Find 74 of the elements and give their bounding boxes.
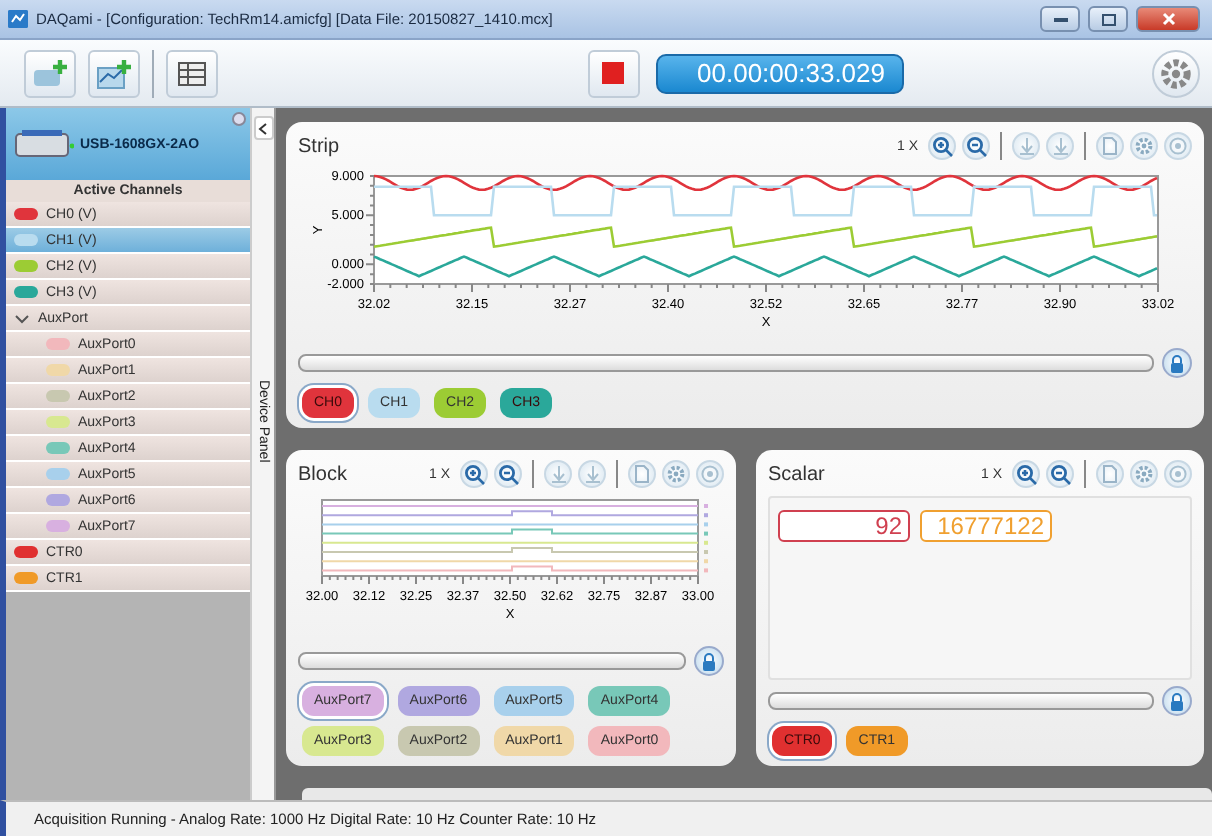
readout-field: 16777122 (920, 510, 1052, 543)
chart-plus-icon (96, 57, 132, 89)
zoom-out-button[interactable] (962, 132, 990, 160)
lock-button[interactable] (1162, 686, 1192, 717)
gear-icon (1160, 57, 1192, 89)
channel-marker (704, 559, 708, 564)
zoom-in-button[interactable] (460, 460, 488, 489)
horizontal-scrollbar[interactable] (302, 788, 1212, 800)
zoom-in-button[interactable] (928, 132, 956, 160)
readout-field: 92 (778, 510, 910, 543)
add-chart-button[interactable] (88, 49, 140, 97)
panel-title: Strip (298, 135, 342, 157)
close-icon (1161, 12, 1175, 26)
gear-icon (1134, 136, 1154, 156)
document-icon (1102, 464, 1118, 485)
lock-icon (1170, 691, 1184, 712)
zoom-in-icon (1015, 463, 1037, 486)
maximize-button[interactable] (1088, 6, 1128, 32)
zoom-in-icon (931, 135, 953, 157)
minimize-button[interactable] (1040, 6, 1080, 32)
target-button[interactable] (1164, 460, 1192, 489)
channel-marker (704, 532, 708, 536)
gear-icon (666, 464, 686, 485)
export-button[interactable] (628, 460, 656, 489)
scroll-track[interactable] (768, 692, 1154, 711)
zoom-in-icon (463, 463, 485, 486)
stop-icon (602, 62, 624, 84)
settings-button[interactable] (1130, 460, 1158, 489)
close-button[interactable] (1136, 6, 1200, 32)
channel-marker (704, 504, 708, 509)
gear-icon (1134, 464, 1154, 485)
zoom-out-icon (497, 463, 519, 486)
target-button[interactable] (1164, 132, 1192, 160)
zoom-out-button[interactable] (494, 460, 522, 489)
channel-marker (704, 541, 708, 546)
maximize-icon (1101, 13, 1115, 25)
scroll-track[interactable] (298, 354, 1154, 373)
settings-button[interactable] (1130, 132, 1158, 160)
timer-display: 00.00:00:33.029 (655, 53, 903, 93)
export-button[interactable] (1096, 132, 1124, 160)
table-icon (178, 61, 206, 85)
zoom-out-icon (965, 135, 987, 157)
device-plus-icon (32, 57, 68, 89)
scroll-track[interactable] (298, 652, 686, 671)
document-icon (1102, 136, 1118, 156)
app-icon (8, 10, 28, 28)
settings-button[interactable] (1152, 49, 1200, 97)
minimize-icon (1053, 16, 1067, 22)
target-icon (700, 464, 720, 485)
settings-button[interactable] (662, 460, 690, 489)
target-icon (1168, 136, 1188, 156)
table-view-button[interactable] (166, 49, 218, 97)
lock-button[interactable] (694, 646, 724, 677)
lock-button[interactable] (1162, 348, 1192, 379)
lock-icon (1170, 353, 1184, 374)
panel-title: Scalar (768, 463, 827, 486)
stop-button[interactable] (587, 49, 639, 97)
panel-title: Block (298, 463, 349, 486)
channel-marker (704, 550, 708, 555)
collapse-button[interactable] (253, 116, 273, 140)
channel-marker (704, 513, 708, 518)
target-button[interactable] (696, 460, 724, 489)
lock-icon (702, 651, 716, 672)
channel-marker (704, 522, 708, 527)
chevron-left-icon (258, 121, 268, 135)
channel-marker (704, 568, 708, 573)
export-button[interactable] (1096, 460, 1124, 489)
zoom-out-button[interactable] (1046, 460, 1074, 489)
zoom-in-button[interactable] (1012, 460, 1040, 489)
add-device-button[interactable] (24, 49, 76, 97)
target-icon (1168, 464, 1188, 485)
document-icon (634, 464, 650, 485)
y-axis-ticks (364, 175, 374, 285)
zoom-out-icon (1049, 463, 1071, 486)
